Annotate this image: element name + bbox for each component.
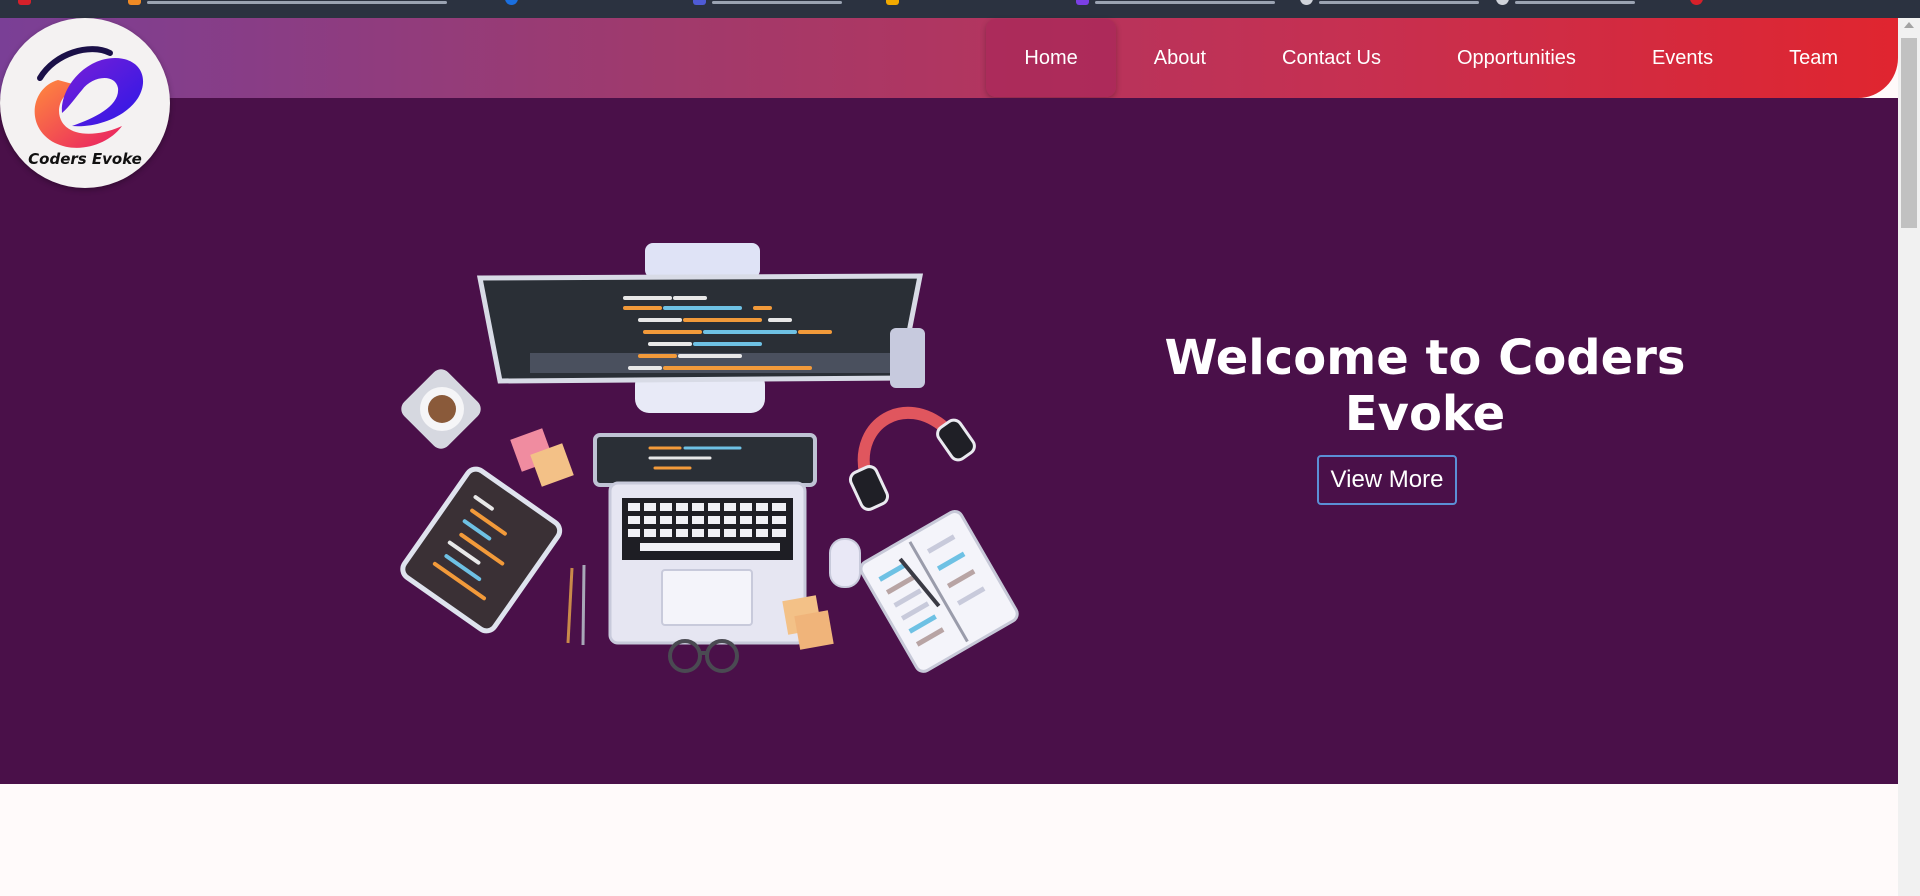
logo-text: Coders Evoke <box>28 150 142 168</box>
bookmark-item[interactable] <box>693 0 842 6</box>
hero-section: Welcome to Coders Evoke View More <box>0 98 1898 784</box>
bookmark-item[interactable] <box>886 0 899 6</box>
nav-contact-us[interactable]: Contact Us <box>1244 19 1419 97</box>
scrollbar-thumb[interactable] <box>1901 38 1917 228</box>
site-logo[interactable]: Coders Evoke <box>0 18 170 188</box>
nav-opportunities[interactable]: Opportunities <box>1419 19 1614 97</box>
vertical-scrollbar[interactable] <box>1898 18 1920 896</box>
bookmark-item[interactable] <box>128 0 447 6</box>
workspace-illustration <box>400 243 1019 673</box>
nav-about[interactable]: About <box>1116 19 1244 97</box>
scroll-up-icon[interactable] <box>1904 22 1914 28</box>
bookmark-item[interactable] <box>505 0 518 6</box>
nav-events[interactable]: Events <box>1614 19 1751 97</box>
bookmark-item[interactable] <box>18 0 31 6</box>
bookmark-item[interactable] <box>1300 0 1479 6</box>
bookmark-item[interactable] <box>1690 0 1703 6</box>
view-more-button[interactable]: View More <box>1317 455 1457 505</box>
site-header: Home About Contact Us Opportunities Even… <box>0 18 1898 98</box>
nav-home[interactable]: Home <box>986 19 1116 97</box>
hero-title: Welcome to Coders Evoke <box>1164 330 1686 443</box>
bookmarks-bar <box>0 0 1920 18</box>
bookmark-item[interactable] <box>1076 0 1275 6</box>
nav-team[interactable]: Team <box>1751 19 1876 97</box>
main-nav: Home About Contact Us Opportunities Even… <box>986 18 1898 98</box>
bookmark-item[interactable] <box>1496 0 1635 6</box>
